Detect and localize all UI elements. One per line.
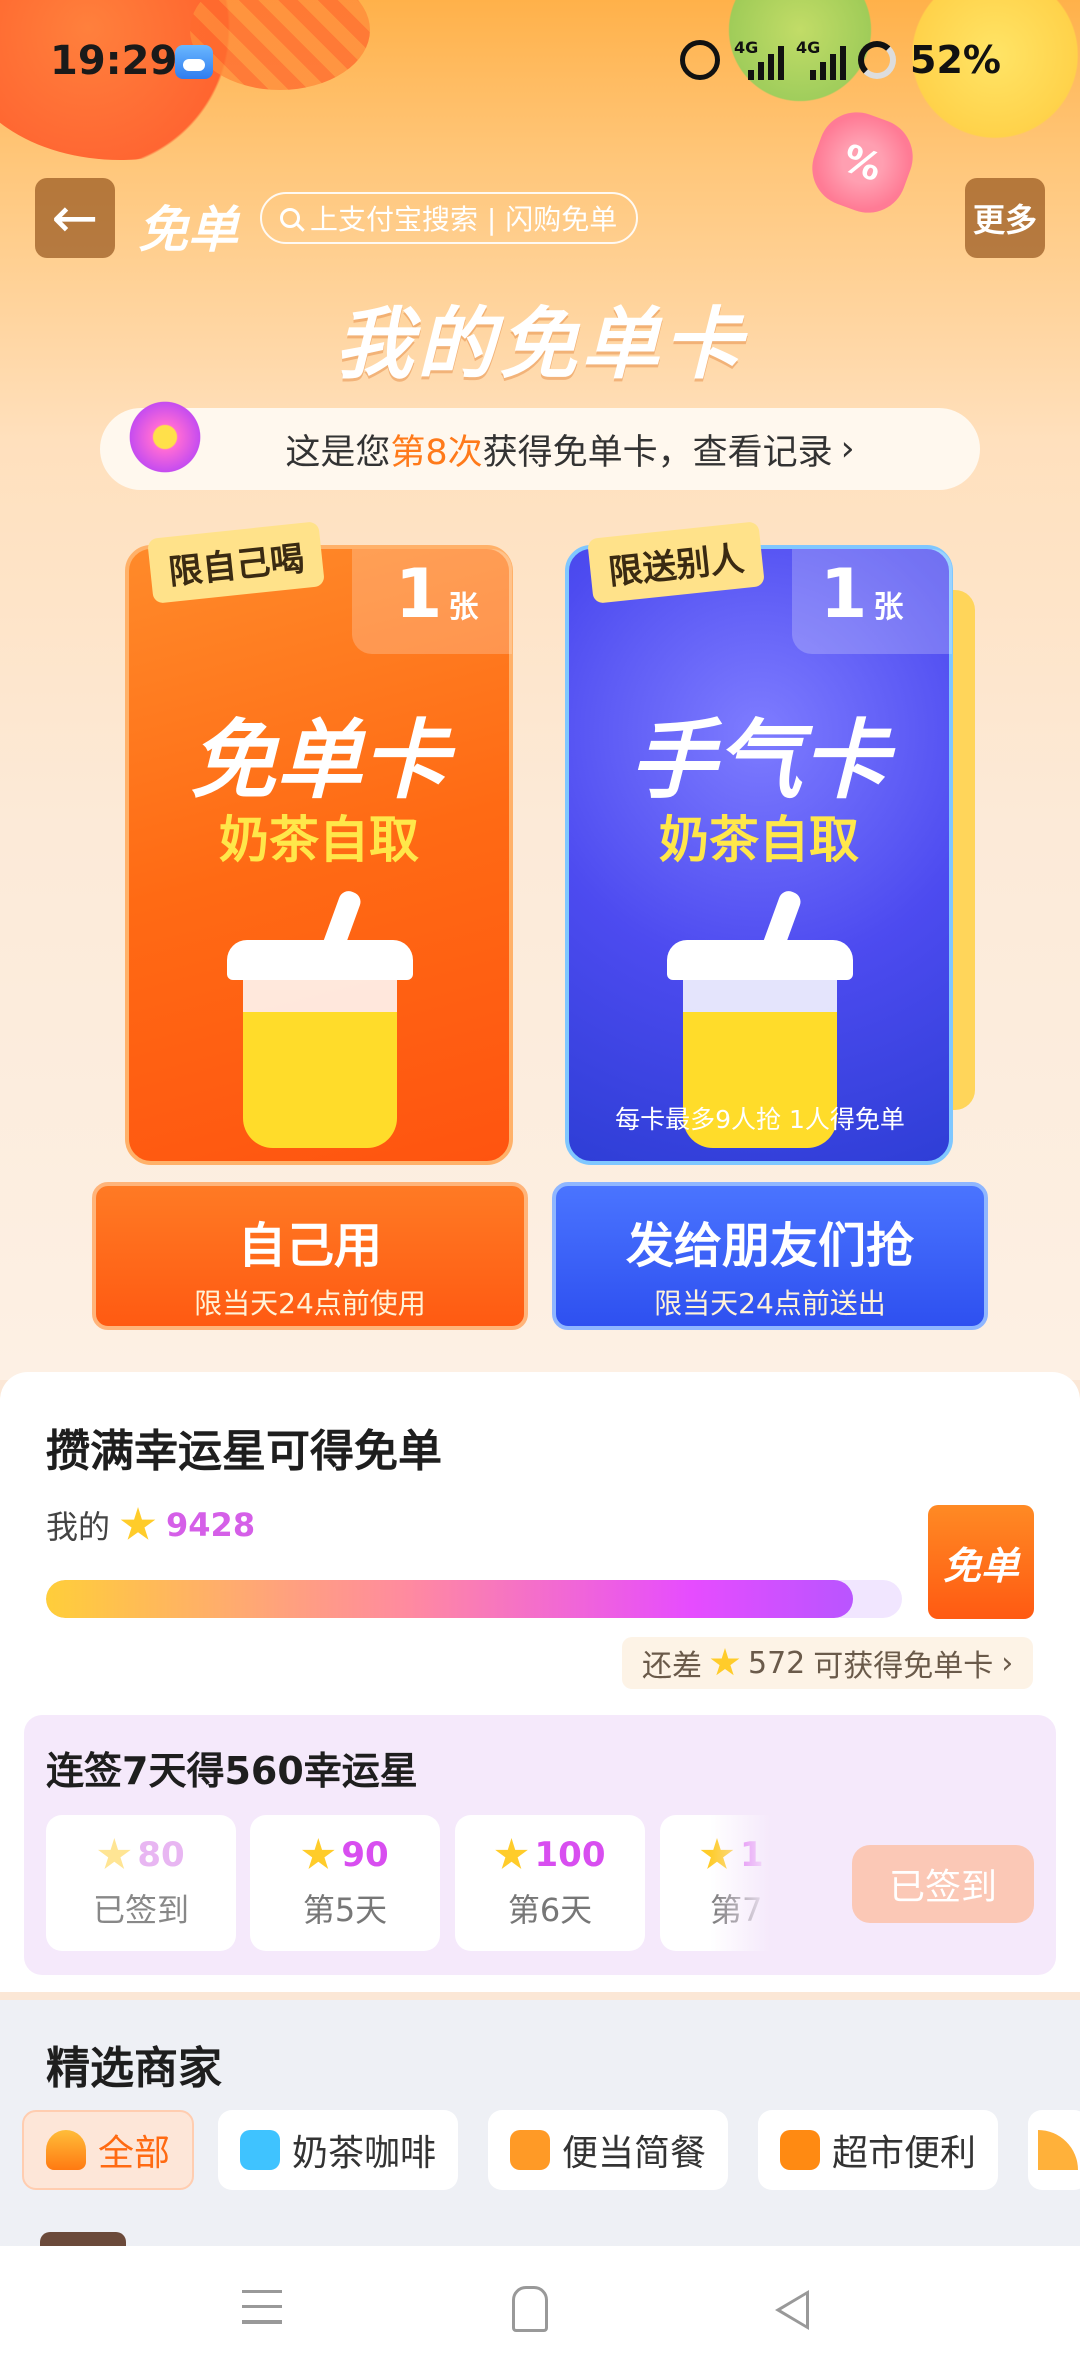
checkin-title: 连签7天得560幸运星 (46, 1749, 418, 1793)
page-title: 免单 (138, 201, 238, 259)
remain-prefix: 还差 (642, 1649, 702, 1684)
my-stars-label: 我的 (46, 1508, 111, 1546)
card-count-number: 1 (395, 555, 443, 634)
use-self-button[interactable]: 自己用 限当天24点前使用 (92, 1182, 528, 1330)
chip-label: 奶茶咖啡 (292, 2133, 437, 2174)
home-icon[interactable] (512, 2286, 548, 2332)
category-chip-supermarket[interactable]: 超市便利 (758, 2110, 999, 2190)
card-count-number: 1 (820, 555, 868, 634)
status-bar: 19:29 4G 4G 52% (0, 0, 1080, 120)
day-points: 100 (534, 1835, 606, 1875)
my-stars-count: 9428 (166, 1506, 256, 1544)
search-hint[interactable]: 上支付宝搜索 | 闪购免单 (260, 192, 638, 244)
alarm-icon (680, 40, 720, 80)
merchants-title: 精选商家 (46, 2043, 222, 2094)
back-triangle-icon[interactable] (775, 2290, 809, 2330)
checkin-day: 1 第7 (660, 1815, 770, 1951)
star-icon (495, 1838, 528, 1869)
card-count: 1张 (395, 555, 478, 634)
system-icons: 4G 4G 52% (680, 38, 1001, 82)
chip-label: 便当简餐 (562, 2133, 707, 2174)
day-label: 第5天 (302, 1891, 388, 1929)
record-link[interactable]: 这是您 第8次 获得免单卡，查看记录 › (100, 408, 980, 490)
recent-apps-icon[interactable] (242, 2290, 282, 2324)
remain-count: 572 (748, 1645, 806, 1681)
magic-wand-icon (120, 392, 210, 482)
remaining-stars-link[interactable]: 还差 572 可获得免单卡 › (622, 1637, 1034, 1689)
status-time: 19:29 (50, 38, 178, 84)
drink-icon (240, 2130, 280, 2170)
checkin-day: 90 第5天 (250, 1815, 440, 1951)
record-suffix: 获得免单卡，查看记录 (482, 432, 833, 473)
signed-in-button[interactable]: 已签到 (852, 1845, 1034, 1923)
bowl-icon (46, 2130, 86, 2170)
card-name: 手气卡 (630, 711, 888, 811)
star-icon (302, 1838, 335, 1869)
record-prefix: 这是您 (285, 432, 391, 473)
progress-fill (46, 1580, 854, 1618)
star-icon (710, 1648, 740, 1676)
chip-label: 超市便利 (832, 2133, 977, 2174)
card-note: 每卡最多9人抢 1人得免单 (615, 1105, 905, 1134)
button-sublabel: 限当天24点前使用 (194, 1287, 426, 1320)
pizza-icon (1038, 2130, 1078, 2170)
day-points: 80 (137, 1835, 185, 1875)
send-friends-button[interactable]: 发给朋友们抢 限当天24点前送出 (552, 1182, 988, 1330)
bento-icon (510, 2130, 550, 2170)
day-label: 已签到 (92, 1891, 189, 1929)
search-icon (280, 208, 300, 228)
star-icon (98, 1838, 131, 1869)
category-chip-more[interactable] (1028, 2110, 1080, 2190)
star-progress-bar (46, 1580, 902, 1618)
more-button[interactable]: 更多 (965, 178, 1045, 258)
battery-level: 52% (910, 38, 1001, 82)
signal-icon: 4G (796, 38, 846, 80)
free-order-badge: 免单 (928, 1505, 1034, 1619)
card-count-unit: 张 (448, 590, 479, 625)
chevron-right-icon: › (840, 429, 855, 469)
section-title: 攒满幸运星可得免单 (46, 1426, 442, 1477)
chip-label: 全部 (98, 2133, 171, 2174)
search-text: 上支付宝搜索 | 闪购免单 (310, 203, 618, 236)
battery-icon (858, 41, 896, 79)
back-button[interactable]: ← (35, 178, 115, 258)
star-icon (120, 1507, 156, 1540)
chevron-right-icon: › (1001, 1645, 1014, 1681)
button-sublabel: 限当天24点前送出 (654, 1287, 886, 1320)
weather-icon (175, 45, 213, 79)
record-count: 第8次 (390, 432, 483, 473)
category-chip-bento[interactable]: 便当简餐 (488, 2110, 729, 2190)
card-count: 1张 (820, 555, 903, 634)
card-subtitle: 奶茶自取 (219, 811, 419, 869)
button-label: 发给朋友们抢 (625, 1218, 914, 1274)
page-heading: 我的免单卡 (334, 300, 745, 390)
category-chip-all[interactable]: 全部 (22, 2110, 195, 2190)
my-stars: 我的 9428 (46, 1502, 255, 1548)
card-name: 免单卡 (190, 711, 448, 811)
card-count-unit: 张 (873, 590, 904, 625)
remain-suffix: 可获得免单卡 (813, 1649, 994, 1684)
milk-tea-cup-icon (227, 888, 413, 1148)
signal-icon: 4G (734, 38, 784, 80)
day-points: 90 (341, 1835, 389, 1875)
arrow-left-icon: ← (51, 185, 99, 251)
button-label: 自己用 (237, 1218, 382, 1274)
checkin-day: 100 第6天 (455, 1815, 645, 1951)
category-chip-tea-coffee[interactable]: 奶茶咖啡 (218, 2110, 459, 2190)
checkin-day: 80 已签到 (46, 1815, 236, 1951)
card-subtitle: 奶茶自取 (659, 811, 859, 869)
day-label: 第6天 (507, 1891, 593, 1929)
store-icon (780, 2130, 820, 2170)
